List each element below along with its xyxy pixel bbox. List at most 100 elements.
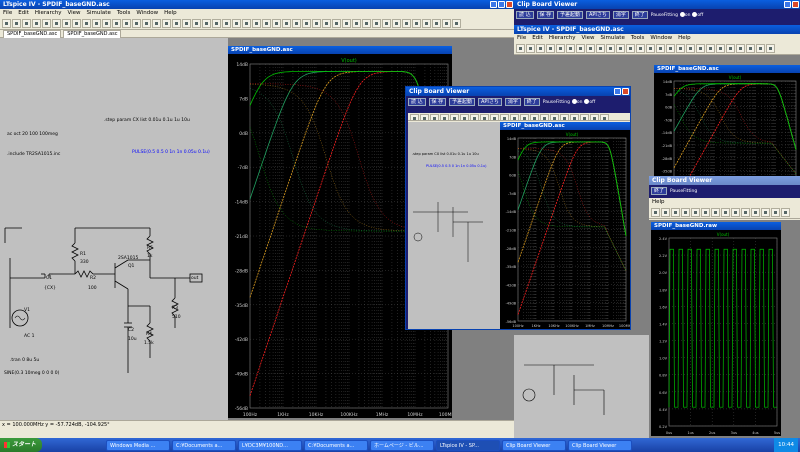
toolbar-tool-icon[interactable] (751, 208, 760, 217)
task-windows-media[interactable]: Windows Media ... (106, 439, 171, 451)
task-clipboard-2[interactable]: Clip Board Viewer (568, 439, 633, 451)
menu-window[interactable]: Window (136, 9, 158, 18)
toolbar-tool-icon[interactable] (460, 114, 469, 120)
toolbar-tool-icon[interactable] (580, 114, 589, 120)
toolbar-tool-icon[interactable] (272, 19, 281, 28)
toolbar-tool-icon[interactable] (566, 44, 575, 53)
api-button[interactable]: APIさち (585, 11, 610, 19)
toolbar-tool-icon[interactable] (586, 44, 595, 53)
toolbar-tool-icon[interactable] (312, 19, 321, 28)
menu-hierarchy[interactable]: Hierarchy (35, 9, 62, 18)
toolbar-tool-icon[interactable] (470, 114, 479, 120)
launch-button[interactable]: 予差起動 (557, 11, 584, 19)
toolbar-tool-icon[interactable] (182, 19, 191, 28)
toolbar-tool-icon[interactable] (112, 19, 121, 28)
toolbar-tool-icon[interactable] (72, 19, 81, 28)
toolbar-tool-icon[interactable] (576, 44, 585, 53)
menu-edit[interactable]: Edit (18, 9, 29, 18)
toolbar-tool-icon[interactable] (691, 208, 700, 217)
task-documents-1[interactable]: C:¥Documents a... (172, 439, 237, 451)
toolbar-tool-icon[interactable] (766, 44, 775, 53)
toolbar-tool-icon[interactable] (430, 114, 439, 120)
maximize-icon[interactable] (498, 1, 505, 8)
start-button[interactable]: スタート (0, 438, 43, 452)
toolbar-tool-icon[interactable] (142, 19, 151, 28)
toolbar-tool-icon[interactable] (731, 208, 740, 217)
toolbar-tool-icon[interactable] (402, 19, 411, 28)
menu-help[interactable]: Help (164, 9, 177, 18)
toolbar-tool-icon[interactable] (282, 19, 291, 28)
schematic-canvas[interactable]: ac oct 20 100 100meg .step param CX list… (0, 38, 228, 420)
toolbar-tool-icon[interactable] (500, 114, 509, 120)
toolbar-tool-icon[interactable] (781, 208, 790, 217)
exit-button[interactable]: 終了 (631, 11, 648, 19)
toolbar-tool-icon[interactable] (771, 208, 780, 217)
toolbar-tool-icon[interactable] (422, 19, 431, 28)
close-icon[interactable] (506, 1, 513, 8)
toolbar-tool-icon[interactable] (172, 19, 181, 28)
toolbar-tool-icon[interactable] (450, 114, 459, 120)
float-save-button[interactable]: 保 存 (428, 98, 447, 106)
toolbar-tool-icon[interactable] (42, 19, 51, 28)
cbv-right-title-bar[interactable]: Clip Board Viewer (514, 0, 800, 9)
toolbar-tool-icon[interactable] (696, 44, 705, 53)
minimize-icon[interactable] (784, 1, 791, 8)
toolbar-tool-icon[interactable] (342, 19, 351, 28)
toolbar-tool-icon[interactable] (382, 19, 391, 28)
toolbar-tool-icon[interactable] (32, 19, 41, 28)
toolbar-tool-icon[interactable] (102, 19, 111, 28)
toolbar-tool-icon[interactable] (152, 19, 161, 28)
float-erase-button[interactable]: 消字 (504, 98, 521, 106)
toolbar-tool-icon[interactable] (756, 44, 765, 53)
toolbar-tool-icon[interactable] (332, 19, 341, 28)
toolbar-tool-icon[interactable] (480, 114, 489, 120)
toolbar-tool-icon[interactable] (661, 208, 670, 217)
toolbar-tool-icon[interactable] (671, 208, 680, 217)
toolbar-tool-icon[interactable] (2, 19, 11, 28)
save-button[interactable]: 保 存 (536, 11, 555, 19)
toolbar-tool-icon[interactable] (232, 19, 241, 28)
toolbar-tool-icon[interactable] (676, 44, 685, 53)
toolbar-tool-icon[interactable] (626, 44, 635, 53)
task-homepage[interactable]: ホームページ - ビル... (370, 439, 435, 451)
toolbar-tool-icon[interactable] (410, 114, 419, 120)
float-load-button[interactable]: 読 込 (408, 98, 426, 106)
toolbar-tool-icon[interactable] (520, 114, 529, 120)
toolbar-tool-icon[interactable] (292, 19, 301, 28)
toolbar-tool-icon[interactable] (302, 19, 311, 28)
menu-simulate[interactable]: Simulate (87, 9, 111, 18)
toolbar-tool-icon[interactable] (741, 208, 750, 217)
toolbar-tool-icon[interactable] (222, 19, 231, 28)
load-button[interactable]: 読 込 (516, 11, 534, 19)
float-api-button[interactable]: APIさち (477, 98, 502, 106)
toolbar-tool-icon[interactable] (192, 19, 201, 28)
toolbar-tool-icon[interactable] (372, 19, 381, 28)
toolbar-tool-icon[interactable] (540, 114, 549, 120)
toolbar-tool-icon[interactable] (322, 19, 331, 28)
toolbar-tool-icon[interactable] (92, 19, 101, 28)
toolbar-tool-icon[interactable] (550, 114, 559, 120)
toolbar-tool-icon[interactable] (636, 44, 645, 53)
task-ltspice[interactable]: LTspice IV - SP... (436, 439, 501, 451)
toolbar-tool-icon[interactable] (556, 44, 565, 53)
toolbar-tool-icon[interactable] (736, 44, 745, 53)
float-exit-button[interactable]: 終了 (523, 98, 540, 106)
minimize-icon[interactable] (490, 1, 497, 8)
toolbar-tool-icon[interactable] (82, 19, 91, 28)
toolbar-tool-icon[interactable] (701, 208, 710, 217)
toolbar-tool-icon[interactable] (706, 44, 715, 53)
toolbar-tool-icon[interactable] (362, 19, 371, 28)
toolbar-tool-icon[interactable] (560, 114, 569, 120)
toolbar-tool-icon[interactable] (510, 114, 519, 120)
toolbar-tool-icon[interactable] (132, 19, 141, 28)
menu-file[interactable]: File (3, 9, 12, 18)
toolbar-tool-icon[interactable] (646, 44, 655, 53)
toolbar-tool-icon[interactable] (262, 19, 271, 28)
task-clipboard-1[interactable]: Clip Board Viewer (502, 439, 567, 451)
task-documents-2[interactable]: C:¥Documents a... (304, 439, 369, 451)
toolbar-tool-icon[interactable] (716, 44, 725, 53)
toolbar-tool-icon[interactable] (516, 44, 525, 53)
menu-tools[interactable]: Tools (117, 9, 131, 18)
toolbar-tool-icon[interactable] (252, 19, 261, 28)
plot-window-title[interactable]: SPDIF_baseGND.asc (228, 46, 452, 54)
